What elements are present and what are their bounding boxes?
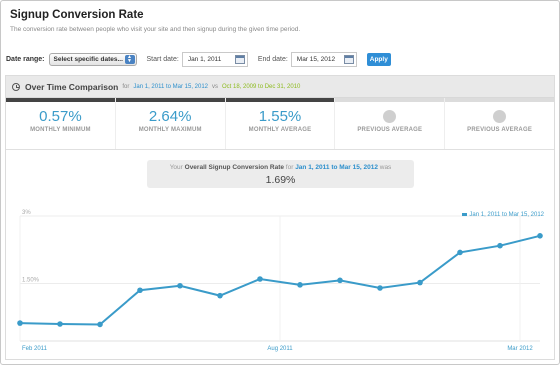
data-point — [337, 277, 343, 284]
summary-suffix: was — [379, 164, 392, 171]
data-point — [17, 320, 23, 326]
metric-previous-average[interactable]: PREVIOUS AVERAGE — [335, 98, 446, 149]
panel-vs-text: vs — [212, 83, 218, 90]
start-date-label: Start date: — [146, 55, 179, 63]
legend-swatch — [462, 212, 468, 216]
panel-header: Over Time Comparison for Jan 1, 2011 to … — [6, 76, 554, 98]
apply-button[interactable]: Apply — [366, 52, 391, 66]
metric-monthly-maximum[interactable]: 2.64% MONTHLY MAXIMUM — [115, 98, 226, 149]
end-date-value: Mar 15, 2012 — [296, 55, 336, 63]
metric-monthly-minimum[interactable]: 0.57% MONTHLY MINIMUM — [6, 98, 116, 149]
legend-label: Jan 1, 2011 to Mar 15, 2012 — [469, 212, 544, 218]
summary-range: Jan 1, 2011 to Mar 15, 2012 — [295, 164, 378, 171]
panel-range: Jan 1, 2011 to Mar 15, 2012 — [133, 83, 208, 90]
metric-label: MONTHLY AVERAGE — [248, 127, 312, 133]
metric-value: 0.57% — [39, 108, 82, 125]
calendar-icon[interactable] — [343, 54, 354, 64]
data-point — [97, 321, 103, 328]
start-date-field[interactable]: Jan 1, 2011 — [181, 51, 248, 67]
date-controls: Date range: Select specific dates... ▲ ▼ … — [1, 47, 559, 71]
conversion-chart: Jan 1, 2011 to Mar 15, 2012 1.50% 3% Feb 2… — [6, 208, 554, 360]
placeholder-dot-icon — [493, 110, 507, 123]
summary-box: Your Overall Signup Conversion Rate for … — [147, 160, 414, 188]
header: Signup Conversion Rate The conversion ra… — [1, 1, 559, 41]
chart-legend[interactable]: Jan 1, 2011 to Mar 15, 2012 — [462, 212, 544, 218]
date-range-label: Date range: — [6, 55, 45, 63]
start-date-value: Jan 1, 2011 — [187, 55, 222, 63]
metric-monthly-average[interactable]: 1.55% MONTHLY AVERAGE — [225, 98, 336, 149]
widget-frame: Signup Conversion Rate The conversion ra… — [0, 0, 560, 365]
metric-previous-average-2[interactable]: PREVIOUS AVERAGE — [445, 98, 554, 149]
end-date-field[interactable]: Mar 15, 2012 — [290, 51, 357, 67]
x-tick-label: Aug 2011 — [267, 346, 293, 352]
metric-label: MONTHLY MINIMUM — [30, 127, 91, 133]
summary-prefix: Your — [169, 164, 183, 171]
x-tick-label: Feb 2011 — [22, 346, 48, 352]
panel-compare-range: Oct 18, 2009 to Dec 31, 2010 — [222, 83, 301, 90]
metric-label: MONTHLY MAXIMUM — [138, 127, 202, 133]
x-tick-label: Mar 2012 — [507, 346, 533, 352]
clock-icon — [12, 82, 20, 91]
data-point — [537, 233, 543, 239]
metric-label: PREVIOUS AVERAGE — [467, 127, 533, 133]
page-subtitle: The conversion rate between people who v… — [10, 26, 301, 33]
metric-value: 2.64% — [148, 108, 192, 125]
date-range-select[interactable]: Select specific dates... ▲ ▼ — [48, 52, 137, 66]
data-point — [217, 292, 223, 299]
data-point — [57, 321, 63, 327]
panel-for-text: for — [122, 83, 130, 90]
metric-label: PREVIOUS AVERAGE — [357, 127, 423, 133]
y-tick-label: 3% — [22, 210, 31, 216]
data-point — [377, 285, 383, 291]
data-point — [257, 276, 263, 282]
summary-value: 1.69% — [265, 174, 296, 186]
end-date-label: End date: — [257, 55, 288, 63]
data-point — [417, 279, 423, 286]
chart-svg: 1.50% 3% Feb 2011 Aug 2011 Mar 2012 — [17, 210, 543, 352]
panel-title: Over Time Comparison — [25, 81, 119, 92]
data-point — [137, 287, 143, 294]
date-range-value: Select specific dates... — [53, 55, 123, 63]
data-point — [497, 242, 503, 249]
metric-value: 1.55% — [258, 108, 302, 125]
comparison-panel: Over Time Comparison for Jan 1, 2011 to … — [5, 75, 555, 360]
updown-arrows-icon: ▲ ▼ — [124, 54, 135, 64]
placeholder-dot-icon — [383, 110, 397, 123]
data-point — [177, 282, 183, 289]
metrics-row: 0.57% MONTHLY MINIMUM 2.64% MONTHLY MAXI… — [6, 98, 554, 150]
page-title: Signup Conversion Rate — [10, 9, 144, 21]
data-point — [457, 249, 463, 256]
calendar-icon[interactable] — [234, 54, 245, 64]
y-tick-label: 1.50% — [22, 278, 40, 284]
summary-metric: Overall Signup Conversion Rate — [184, 164, 284, 171]
data-point — [297, 282, 303, 288]
summary-for-text: for — [285, 164, 294, 171]
